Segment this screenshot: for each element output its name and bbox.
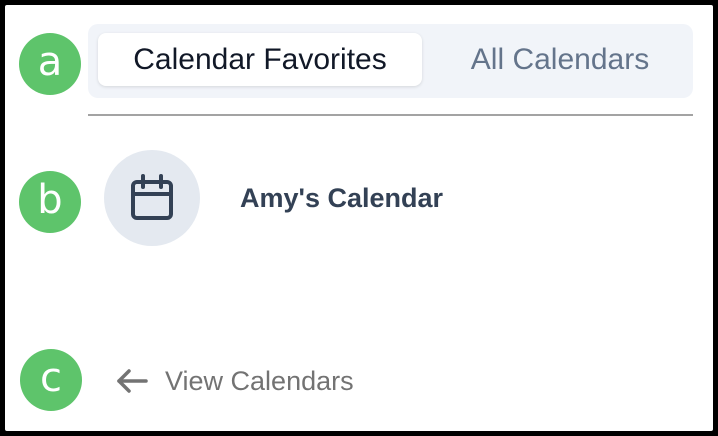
calendar-icon	[131, 174, 173, 220]
calendar-list-item[interactable]: Amy's Calendar	[104, 150, 664, 246]
tab-calendar-favorites[interactable]: Calendar Favorites	[98, 33, 422, 86]
tab-all-calendars-label: All Calendars	[470, 42, 650, 76]
screenshot-frame: a b c Calendar Favorites All Calendars A…	[5, 5, 713, 431]
section-divider	[88, 114, 693, 116]
view-calendars-link[interactable]: View Calendars	[115, 361, 354, 401]
annotation-marker-c: c	[20, 349, 82, 411]
annotation-marker-b: b	[19, 171, 81, 233]
marker-c-label: c	[40, 355, 62, 401]
calendar-name: Amy's Calendar	[240, 182, 444, 213]
arrow-left-icon	[115, 366, 149, 396]
tab-all-calendars[interactable]: All Calendars	[438, 33, 682, 86]
annotation-marker-a: a	[19, 33, 81, 95]
view-calendars-label: View Calendars	[165, 365, 354, 396]
marker-b-label: b	[37, 177, 63, 223]
tab-calendar-favorites-label: Calendar Favorites	[133, 42, 387, 76]
calendar-avatar	[104, 150, 200, 246]
marker-a-label: a	[37, 39, 63, 85]
calendar-tab-bar: Calendar Favorites All Calendars	[88, 24, 693, 98]
